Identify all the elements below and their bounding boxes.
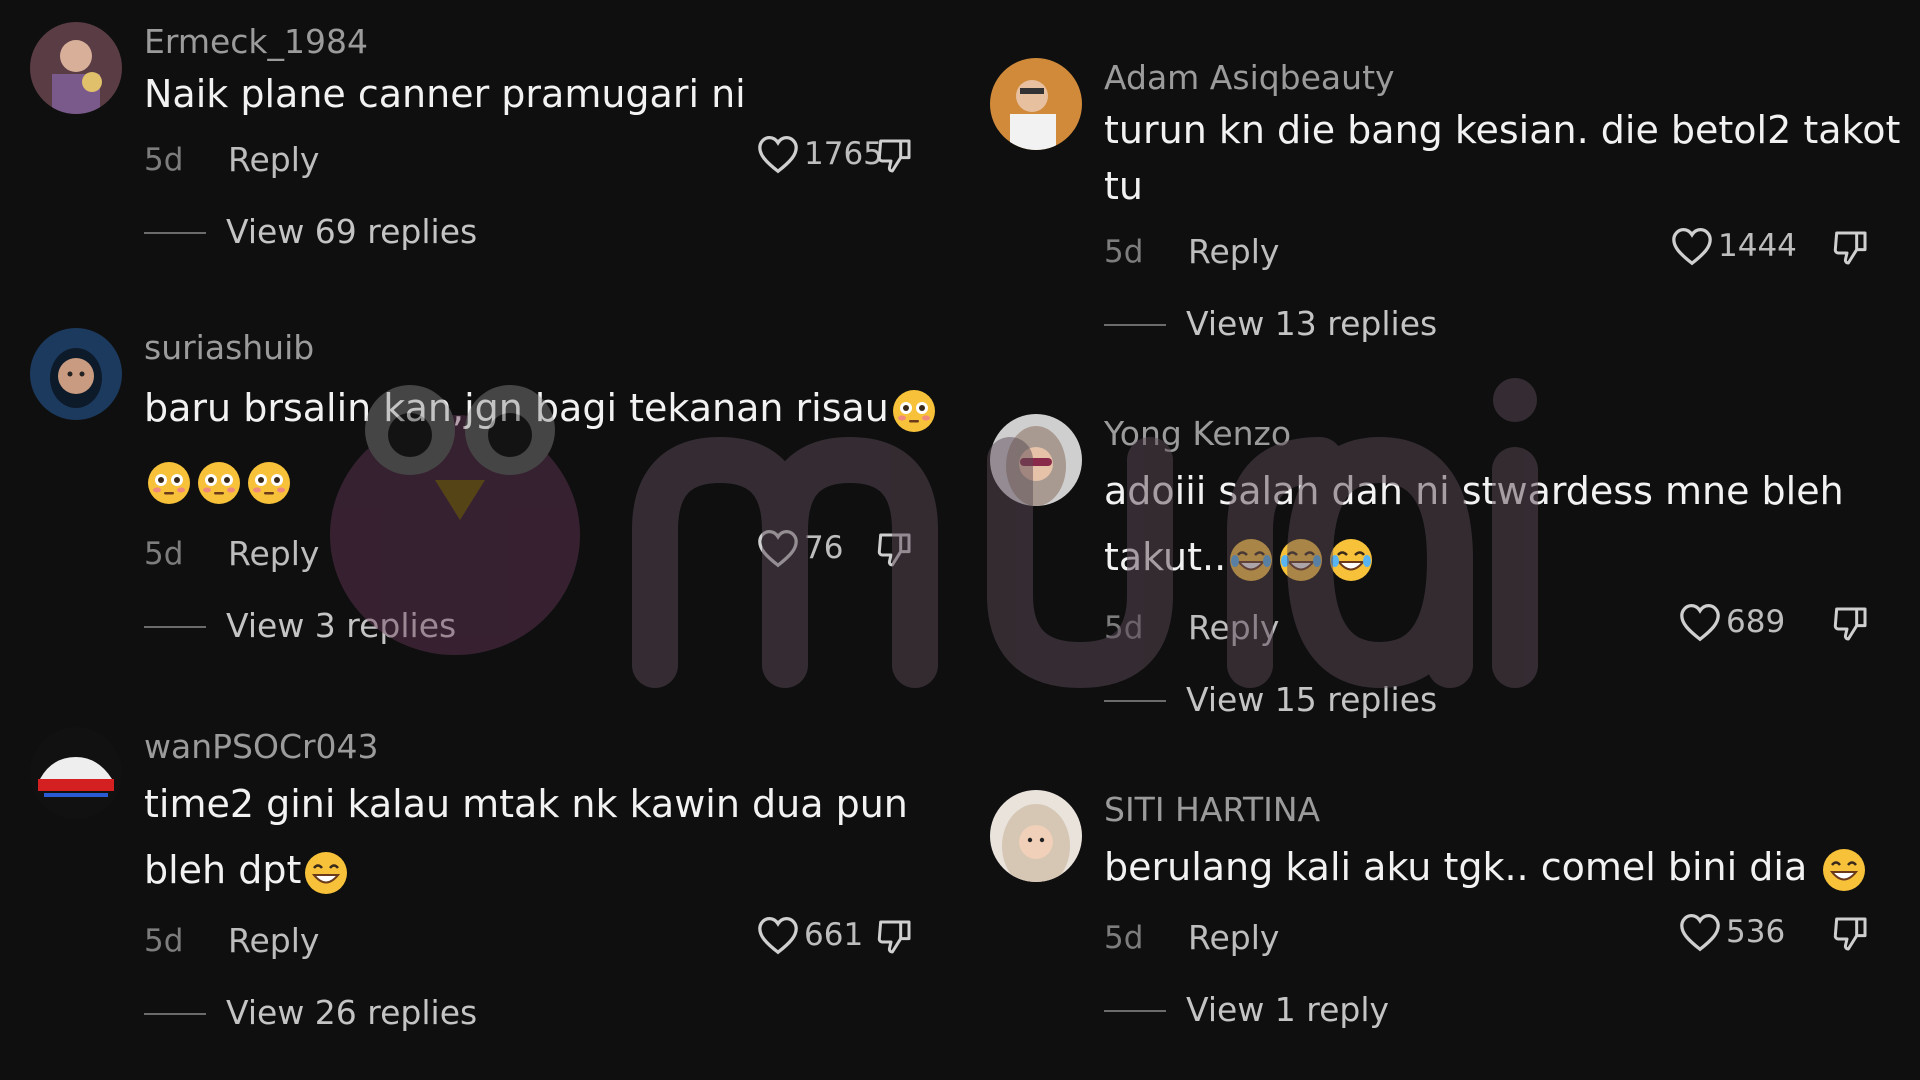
view-replies-button[interactable]: View 26 replies	[144, 991, 950, 1035]
view-replies-button[interactable]: View 69 replies	[144, 210, 950, 254]
comment-actions: 5d Reply 1765	[144, 134, 950, 184]
thumbs-down-icon	[1833, 231, 1867, 265]
avatar[interactable]	[30, 22, 122, 114]
comment-age: 5d	[144, 142, 184, 178]
heart-outline-icon	[1672, 227, 1712, 266]
comment-username[interactable]: Adam Asiqbeauty	[1104, 58, 1910, 98]
comment-text: turun kn die bang kesian. die betol2 tak…	[1104, 108, 1901, 208]
thumbs-down-icon	[1833, 917, 1867, 951]
flushed-face-icon	[891, 388, 937, 434]
heart-outline-icon	[758, 529, 798, 568]
thumbs-down-icon	[877, 139, 911, 173]
flushed-face-icon	[196, 460, 242, 506]
reply-button[interactable]: Reply	[228, 921, 319, 960]
avatar[interactable]	[990, 58, 1082, 150]
dislike-button[interactable]	[1830, 604, 1870, 644]
divider-line	[1104, 1010, 1166, 1012]
heart-outline-icon	[758, 135, 798, 174]
like-button[interactable]: 1765	[756, 134, 883, 174]
like-button[interactable]: 76	[756, 528, 843, 568]
comment-actions: 5d Reply 536	[1104, 912, 1910, 962]
reply-button[interactable]: Reply	[1188, 608, 1279, 647]
comment-actions: 5d Reply 661	[144, 915, 950, 965]
like-count: 689	[1726, 604, 1786, 640]
comment-text: time2 gini kalau mtak nk kawin dua pun b…	[144, 771, 944, 903]
like-button[interactable]: 536	[1678, 912, 1785, 952]
avatar[interactable]	[30, 727, 122, 819]
comment-age: 5d	[144, 536, 184, 572]
dislike-button[interactable]	[874, 530, 914, 570]
flushed-face-icon	[146, 460, 192, 506]
thumbs-down-icon	[1833, 607, 1867, 641]
comment-username[interactable]: Yong Kenzo	[1104, 414, 1910, 454]
car-logo-icon	[30, 727, 122, 819]
comment-actions: 5d Reply 689	[1104, 602, 1910, 652]
comment-text: adoiii salah dah ni stwardess mne bleh t…	[1104, 458, 1904, 590]
view-replies-button[interactable]: View 3 replies	[144, 604, 950, 648]
comment-username[interactable]: SITI HARTINA	[1104, 790, 1910, 830]
reply-button[interactable]: Reply	[1188, 232, 1279, 271]
like-button[interactable]: 661	[756, 915, 863, 955]
divider-line	[1104, 324, 1166, 326]
like-count: 661	[804, 917, 864, 953]
avatar[interactable]	[990, 790, 1082, 882]
comment-age: 5d	[144, 923, 184, 959]
comment-text: Naik plane canner pramugari ni	[144, 72, 746, 116]
comment-text: berulang kali aku tgk.. comel bini dia	[1104, 834, 1904, 900]
comment-username[interactable]: suriashuib	[144, 328, 950, 368]
thumbs-down-icon	[877, 533, 911, 567]
view-replies-button[interactable]: View 13 replies	[1104, 302, 1910, 346]
dislike-button[interactable]	[1830, 914, 1870, 954]
grinning-face-icon	[303, 850, 349, 896]
flushed-face-icon	[246, 460, 292, 506]
like-count: 536	[1726, 914, 1786, 950]
divider-line	[144, 232, 206, 234]
dislike-button[interactable]	[874, 917, 914, 957]
thumbs-down-icon	[877, 920, 911, 954]
grinning-face-icon	[1821, 847, 1867, 893]
avatar[interactable]	[30, 328, 122, 420]
dislike-button[interactable]	[874, 136, 914, 176]
tears-of-joy-icon	[1228, 537, 1274, 583]
view-replies-button[interactable]: View 15 replies	[1104, 678, 1910, 722]
comment-text: baru brsalin kan,jgn bagi tekanan risau	[144, 372, 944, 516]
heart-outline-icon	[1680, 913, 1720, 952]
tears-of-joy-icon	[1278, 537, 1324, 583]
divider-line	[1104, 700, 1166, 702]
tears-of-joy-icon	[1328, 537, 1374, 583]
view-replies-button[interactable]: View 1 reply	[1104, 988, 1910, 1032]
like-count: 1444	[1718, 228, 1797, 264]
comment-username[interactable]: wanPSOCr043	[144, 727, 950, 767]
avatar[interactable]	[990, 414, 1082, 506]
comment-actions: 5d Reply 1444	[1104, 226, 1910, 276]
comment-age: 5d	[1104, 920, 1144, 956]
like-button[interactable]: 689	[1678, 602, 1785, 642]
reply-button[interactable]: Reply	[228, 534, 319, 573]
divider-line	[144, 1013, 206, 1015]
divider-line	[144, 626, 206, 628]
dislike-button[interactable]	[1830, 228, 1870, 268]
reply-button[interactable]: Reply	[228, 140, 319, 179]
heart-outline-icon	[758, 916, 798, 955]
heart-outline-icon	[1680, 603, 1720, 642]
like-count: 1765	[804, 136, 883, 172]
comment-age: 5d	[1104, 610, 1144, 646]
reply-button[interactable]: Reply	[1188, 918, 1279, 957]
comment-actions: 5d Reply 76	[144, 528, 950, 578]
like-count: 76	[804, 530, 844, 566]
comment-username[interactable]: Ermeck_1984	[144, 22, 950, 62]
comment-age: 5d	[1104, 234, 1144, 270]
like-button[interactable]: 1444	[1670, 226, 1797, 266]
